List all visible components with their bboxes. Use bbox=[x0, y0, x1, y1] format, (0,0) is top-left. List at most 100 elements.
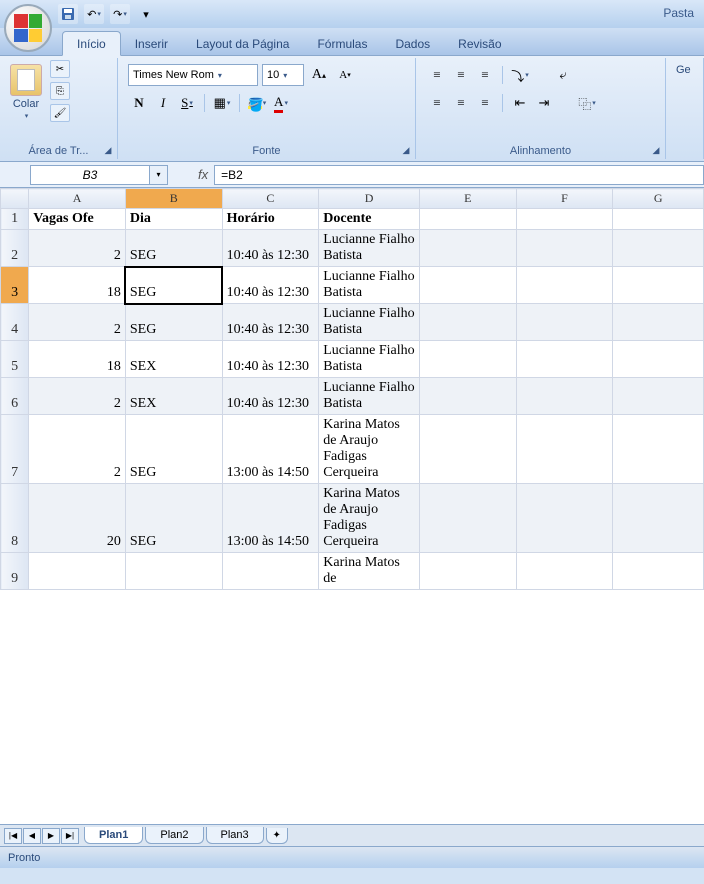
cell[interactable]: SEX bbox=[125, 378, 222, 415]
font-name-combo[interactable]: Times New Rom▾ bbox=[128, 64, 258, 86]
cell[interactable]: 18 bbox=[29, 341, 126, 378]
cell[interactable] bbox=[125, 553, 222, 590]
cell[interactable] bbox=[222, 553, 319, 590]
cell[interactable] bbox=[613, 341, 704, 378]
cell[interactable]: Horário bbox=[222, 209, 319, 230]
col-header-C[interactable]: C bbox=[222, 189, 319, 209]
cell[interactable]: 13:00 às 14:50 bbox=[222, 484, 319, 553]
tab-inserir[interactable]: Inserir bbox=[121, 32, 182, 55]
row-header[interactable]: 7 bbox=[1, 415, 29, 484]
align-left-icon[interactable]: ≡ bbox=[426, 92, 448, 114]
align-center-icon[interactable]: ≡ bbox=[450, 92, 472, 114]
cell[interactable] bbox=[613, 304, 704, 341]
cell[interactable] bbox=[516, 378, 613, 415]
cell[interactable]: 10:40 às 12:30 bbox=[222, 304, 319, 341]
sheet-tab-plan2[interactable]: Plan2 bbox=[145, 827, 203, 844]
cell[interactable] bbox=[516, 341, 613, 378]
cell[interactable] bbox=[516, 484, 613, 553]
tab-revisao[interactable]: Revisão bbox=[444, 32, 515, 55]
font-size-combo[interactable]: 10▾ bbox=[262, 64, 304, 86]
underline-button[interactable]: S▾ bbox=[176, 92, 198, 114]
col-header-D[interactable]: D bbox=[319, 189, 420, 209]
cell[interactable] bbox=[613, 267, 704, 304]
cell[interactable]: Vagas Ofe bbox=[29, 209, 126, 230]
cell[interactable]: Lucianne Fialho Batista bbox=[319, 267, 420, 304]
align-right-icon[interactable]: ≡ bbox=[474, 92, 496, 114]
row-header[interactable]: 2 bbox=[1, 230, 29, 267]
cell[interactable]: Dia bbox=[125, 209, 222, 230]
bold-button[interactable]: N bbox=[128, 92, 150, 114]
row-header[interactable]: 3 bbox=[1, 267, 29, 304]
cell[interactable]: Docente bbox=[319, 209, 420, 230]
cell[interactable] bbox=[613, 484, 704, 553]
cell[interactable] bbox=[516, 553, 613, 590]
cell[interactable]: SEG bbox=[125, 484, 222, 553]
fill-color-icon[interactable]: 🪣▾ bbox=[246, 92, 268, 114]
cut-icon[interactable]: ✂ bbox=[50, 60, 70, 78]
tab-formulas[interactable]: Fórmulas bbox=[303, 32, 381, 55]
cell[interactable]: Karina Matos de Araujo Fadigas Cerqueira bbox=[319, 415, 420, 484]
formula-input[interactable]: =B2 bbox=[214, 165, 704, 185]
row-header[interactable]: 9 bbox=[1, 553, 29, 590]
paste-button[interactable]: Colar ▾ bbox=[6, 60, 46, 124]
cell[interactable]: Lucianne Fialho Batista bbox=[319, 304, 420, 341]
copy-icon[interactable]: ⎘ bbox=[50, 82, 70, 100]
row-header[interactable]: 1 bbox=[1, 209, 29, 230]
spreadsheet-grid[interactable]: A B C D E F G 1Vagas OfeDiaHorárioDocent… bbox=[0, 188, 704, 824]
cell[interactable]: Lucianne Fialho Batista bbox=[319, 378, 420, 415]
sheet-tab-plan1[interactable]: Plan1 bbox=[84, 827, 143, 844]
italic-button[interactable]: I bbox=[152, 92, 174, 114]
format-painter-icon[interactable]: 🖌 bbox=[50, 104, 70, 122]
cell[interactable]: 13:00 às 14:50 bbox=[222, 415, 319, 484]
cell[interactable] bbox=[516, 209, 613, 230]
row-header[interactable]: 8 bbox=[1, 484, 29, 553]
col-header-B[interactable]: B bbox=[125, 189, 222, 209]
row-header[interactable]: 6 bbox=[1, 378, 29, 415]
cell[interactable] bbox=[419, 484, 516, 553]
select-all-corner[interactable] bbox=[1, 189, 29, 209]
cell[interactable]: 10:40 às 12:30 bbox=[222, 341, 319, 378]
increase-indent-icon[interactable]: ⇥ bbox=[533, 92, 555, 114]
col-header-E[interactable]: E bbox=[419, 189, 516, 209]
cell[interactable]: SEG bbox=[125, 415, 222, 484]
cell[interactable]: 2 bbox=[29, 230, 126, 267]
cell[interactable] bbox=[419, 415, 516, 484]
align-top-icon[interactable]: ≡ bbox=[426, 64, 448, 86]
cell[interactable]: SEG bbox=[125, 267, 222, 304]
cell[interactable]: 10:40 às 12:30 bbox=[222, 378, 319, 415]
first-sheet-icon[interactable]: |◀ bbox=[4, 828, 22, 844]
alignment-launcher-icon[interactable]: ◢ bbox=[649, 143, 663, 157]
sheet-tab-plan3[interactable]: Plan3 bbox=[206, 827, 264, 844]
new-sheet-icon[interactable]: ✦ bbox=[266, 828, 288, 844]
cell[interactable]: 18 bbox=[29, 267, 126, 304]
cell[interactable]: Lucianne Fialho Batista bbox=[319, 230, 420, 267]
col-header-F[interactable]: F bbox=[516, 189, 613, 209]
cell[interactable] bbox=[29, 553, 126, 590]
cell[interactable] bbox=[516, 304, 613, 341]
col-header-A[interactable]: A bbox=[29, 189, 126, 209]
cell[interactable]: Karina Matos de Araujo Fadigas Cerqueira bbox=[319, 484, 420, 553]
cell[interactable] bbox=[419, 230, 516, 267]
cell[interactable]: Karina Matos de bbox=[319, 553, 420, 590]
row-header[interactable]: 5 bbox=[1, 341, 29, 378]
tab-inicio[interactable]: Início bbox=[62, 31, 121, 56]
cell[interactable] bbox=[419, 209, 516, 230]
cell[interactable] bbox=[516, 415, 613, 484]
decrease-indent-icon[interactable]: ⇤ bbox=[509, 92, 531, 114]
row-header[interactable]: 4 bbox=[1, 304, 29, 341]
font-color-icon[interactable]: A▾ bbox=[270, 92, 292, 114]
merge-center-icon[interactable]: ⿻▾ bbox=[571, 92, 603, 114]
redo-icon[interactable]: ↷▾ bbox=[110, 4, 130, 24]
last-sheet-icon[interactable]: ▶| bbox=[61, 828, 79, 844]
cell[interactable] bbox=[613, 553, 704, 590]
next-sheet-icon[interactable]: ▶ bbox=[42, 828, 60, 844]
cell[interactable] bbox=[516, 267, 613, 304]
shrink-font-icon[interactable]: A▾ bbox=[334, 64, 356, 86]
align-bottom-icon[interactable]: ≡ bbox=[474, 64, 496, 86]
cell[interactable]: 2 bbox=[29, 304, 126, 341]
orientation-icon[interactable]: ⤵▾ bbox=[509, 64, 531, 86]
cell[interactable] bbox=[419, 267, 516, 304]
cell[interactable] bbox=[419, 304, 516, 341]
col-header-G[interactable]: G bbox=[613, 189, 704, 209]
name-box-dropdown-icon[interactable]: ▾ bbox=[150, 165, 168, 185]
